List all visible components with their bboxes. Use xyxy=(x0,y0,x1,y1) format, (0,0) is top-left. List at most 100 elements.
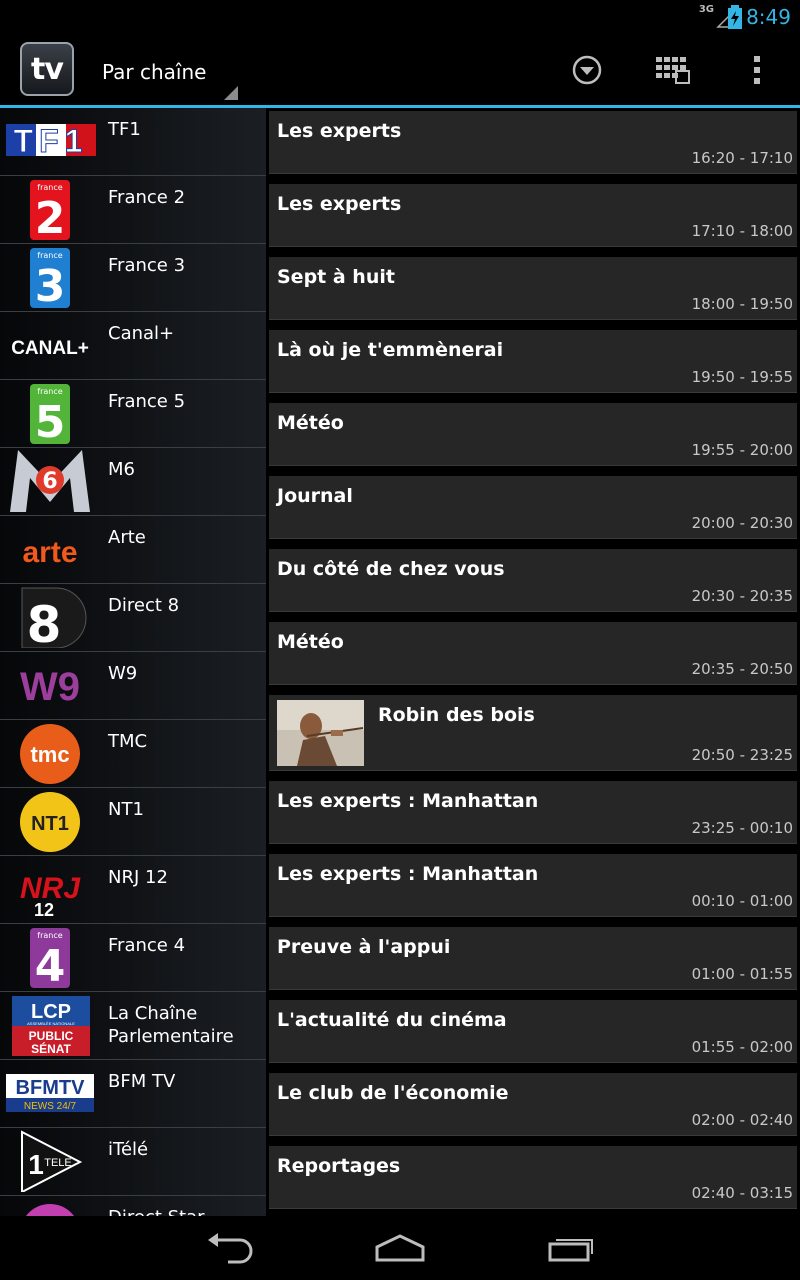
channel-item-w9[interactable]: W9 W9 xyxy=(0,652,266,720)
w9-logo: W9 xyxy=(20,665,80,709)
channel-item-nrj12[interactable]: NRJ 12 NRJ 12 xyxy=(0,856,266,924)
channel-name: France 5 xyxy=(108,391,186,412)
svg-text:ASSEMBLÉE NATIONALE: ASSEMBLÉE NATIONALE xyxy=(27,1021,75,1026)
recent-apps-button[interactable] xyxy=(540,1230,600,1266)
france2-logo: france 2 xyxy=(30,180,70,240)
program-item[interactable]: Météo 19:55 - 20:00 xyxy=(269,403,797,466)
channel-item-france4[interactable]: france 4 France 4 xyxy=(0,924,266,992)
app-icon[interactable]: tv xyxy=(20,42,74,96)
channel-item-france2[interactable]: france 2 France 2 xyxy=(0,176,266,244)
program-item[interactable]: Les experts : Manhattan 00:10 - 01:00 xyxy=(269,854,797,917)
overflow-menu-icon xyxy=(754,56,760,84)
guide-content[interactable]: TF1 TF1 france 2 France 2 france 3 Franc… xyxy=(0,108,800,1216)
canalplus-logo: CANAL+ xyxy=(11,338,89,359)
home-button[interactable] xyxy=(370,1230,430,1266)
program-title: L'actualité du cinéma xyxy=(277,1009,507,1031)
overflow-menu-button[interactable] xyxy=(737,50,777,90)
program-time: 20:50 - 23:25 xyxy=(691,746,793,764)
channel-item-france5[interactable]: france 5 France 5 xyxy=(0,380,266,448)
svg-text:NT1: NT1 xyxy=(31,813,69,835)
program-item[interactable]: Preuve à l'appui 01:00 - 01:55 xyxy=(269,927,797,990)
program-title: Météo xyxy=(277,631,344,653)
svg-text:france: france xyxy=(37,387,62,396)
dropdown-circle-icon xyxy=(572,55,602,85)
program-item[interactable]: Du côté de chez vous 20:30 - 20:35 xyxy=(269,549,797,612)
channel-item-tmc[interactable]: tmc TMC xyxy=(0,720,266,788)
program-title: Journal xyxy=(277,485,353,507)
program-title: Là où je t'emmènerai xyxy=(277,339,504,361)
svg-text:3: 3 xyxy=(35,261,66,308)
svg-text:4: 4 xyxy=(35,941,66,988)
program-item[interactable]: Sept à huit 18:00 - 19:50 xyxy=(269,257,797,320)
filter-dropdown-button[interactable] xyxy=(567,50,607,90)
program-title: Les experts : Manhattan xyxy=(277,790,539,812)
channel-item-itele[interactable]: 1 TELE iTélé xyxy=(0,1128,266,1196)
calendar-grid-icon xyxy=(656,57,690,84)
svg-text:6: 6 xyxy=(42,469,57,494)
directstar-logo xyxy=(26,1204,74,1216)
program-time: 02:00 - 02:40 xyxy=(691,1111,793,1129)
program-item-featured[interactable]: Robin des bois 20:50 - 23:25 xyxy=(269,695,797,771)
program-title: Preuve à l'appui xyxy=(277,936,451,958)
nt1-logo: NT1 xyxy=(20,792,80,852)
channel-name: NRJ 12 xyxy=(108,867,168,888)
program-title: Sept à huit xyxy=(277,266,395,288)
back-button[interactable] xyxy=(200,1230,260,1266)
program-time: 19:50 - 19:55 xyxy=(691,368,793,386)
channel-item-canal[interactable]: CANAL+ Canal+ xyxy=(0,312,266,380)
channel-list[interactable]: TF1 TF1 france 2 France 2 france 3 Franc… xyxy=(0,108,266,1216)
svg-text:france: france xyxy=(37,183,62,192)
program-time: 02:40 - 03:15 xyxy=(691,1184,793,1202)
svg-text:CANAL+: CANAL+ xyxy=(11,338,89,359)
lcp-logo: LCP ASSEMBLÉE NATIONALE PUBLIC SÉNAT xyxy=(12,996,90,1056)
program-item[interactable]: L'actualité du cinéma 01:55 - 02:00 xyxy=(269,1000,797,1063)
program-time: 20:00 - 20:30 xyxy=(691,514,793,532)
channel-item-directstar[interactable]: Direct Star xyxy=(0,1196,266,1216)
channel-name: Arte xyxy=(108,527,146,548)
program-time: 23:25 - 00:10 xyxy=(691,819,793,837)
program-item[interactable]: Là où je t'emmènerai 19:50 - 19:55 xyxy=(269,330,797,393)
channel-name: La Chaîne Parlementaire xyxy=(108,1003,234,1047)
program-list[interactable]: Les experts 16:20 - 17:10 Les experts 17… xyxy=(269,108,797,1216)
clock: 8:49 xyxy=(746,5,791,29)
spinner-label: Par chaîne xyxy=(102,60,207,84)
program-item[interactable]: Journal 20:00 - 20:30 xyxy=(269,476,797,539)
channel-item-lcp[interactable]: LCP ASSEMBLÉE NATIONALE PUBLIC SÉNAT La … xyxy=(0,992,266,1060)
svg-text:LCP: LCP xyxy=(31,1001,71,1023)
france4-logo: france 4 xyxy=(30,928,70,988)
channel-item-tf1[interactable]: TF1 TF1 xyxy=(0,108,266,176)
program-item[interactable]: Reportages 02:40 - 03:15 xyxy=(269,1146,797,1209)
channel-name: BFM TV xyxy=(108,1071,176,1092)
program-item[interactable]: Les experts 17:10 - 18:00 xyxy=(269,184,797,247)
channel-item-arte[interactable]: arte Arte xyxy=(0,516,266,584)
program-time: 16:20 - 17:10 xyxy=(691,149,793,167)
channel-item-nt1[interactable]: NT1 NT1 xyxy=(0,788,266,856)
program-time: 20:30 - 20:35 xyxy=(691,587,793,605)
program-title: Reportages xyxy=(277,1155,401,1177)
channel-name: France 3 xyxy=(108,255,186,276)
channel-item-bfmtv[interactable]: BFMTV NEWS 24/7 BFM TV xyxy=(0,1060,266,1128)
tf1-logo: TF1 xyxy=(6,123,96,160)
program-time: 18:00 - 19:50 xyxy=(691,295,793,313)
spinner-triangle-icon xyxy=(224,86,238,100)
france5-logo: france 5 xyxy=(30,384,70,444)
program-item[interactable]: Les experts 16:20 - 17:10 xyxy=(269,111,797,174)
channel-item-direct8[interactable]: 8 Direct 8 xyxy=(0,584,266,652)
view-mode-spinner[interactable]: Par chaîne xyxy=(102,34,242,104)
tmc-logo: tmc xyxy=(20,724,80,784)
schedule-grid-button[interactable] xyxy=(653,50,693,90)
program-title: Les experts : Manhattan xyxy=(277,863,539,885)
svg-text:TF1: TF1 xyxy=(14,123,89,159)
channel-name: M6 xyxy=(108,459,135,480)
channel-item-france3[interactable]: france 3 France 3 xyxy=(0,244,266,312)
channel-name: NT1 xyxy=(108,799,144,820)
svg-text:8: 8 xyxy=(27,596,62,648)
battery-icon xyxy=(728,5,742,29)
program-item[interactable]: Météo 20:35 - 20:50 xyxy=(269,622,797,685)
program-item[interactable]: Le club de l'économie 02:00 - 02:40 xyxy=(269,1073,797,1136)
program-time: 19:55 - 20:00 xyxy=(691,441,793,459)
svg-text:2: 2 xyxy=(35,193,66,240)
channel-item-m6[interactable]: 6 M6 xyxy=(0,448,266,516)
program-thumbnail xyxy=(277,700,364,766)
program-item[interactable]: Les experts : Manhattan 23:25 - 00:10 xyxy=(269,781,797,844)
